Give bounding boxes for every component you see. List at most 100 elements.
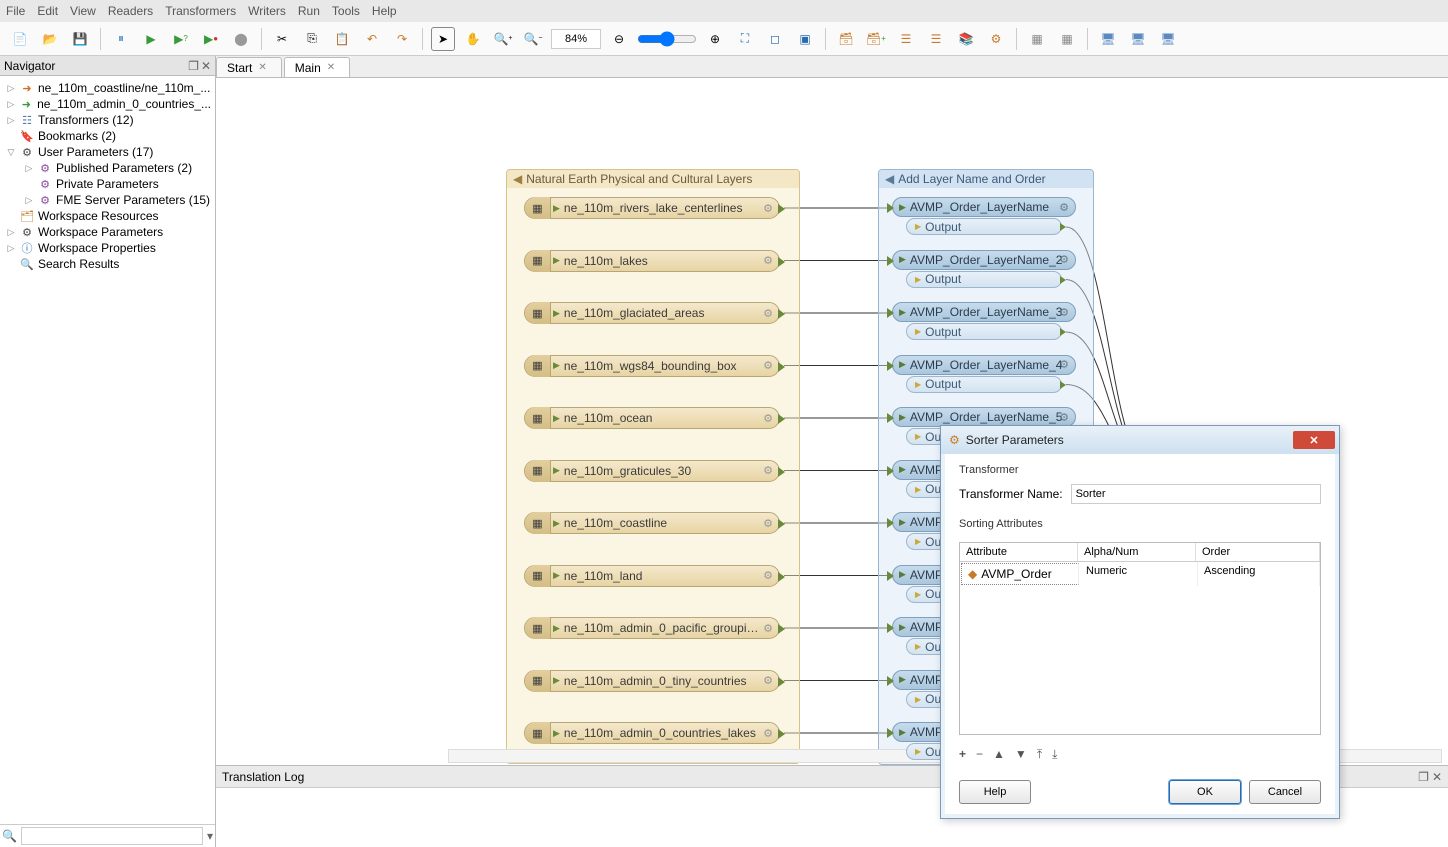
- stop-icon[interactable]: ⬤: [229, 27, 253, 51]
- table-row[interactable]: ◆AVMP_Order Numeric Ascending: [960, 562, 1320, 586]
- nav-item[interactable]: ▷➜ne_110m_admin_0_countries_...: [0, 96, 215, 112]
- gear-icon[interactable]: ⚙: [1059, 253, 1069, 266]
- navigator-search-input[interactable]: [21, 827, 203, 845]
- move-bottom-button[interactable]: ⤓: [1052, 747, 1057, 762]
- gear-icon[interactable]: ⚙: [1059, 411, 1069, 424]
- reader-feature-type[interactable]: ▦▶ne_110m_lakes⚙: [524, 250, 780, 272]
- nav-item[interactable]: ▷⚙Published Parameters (2): [0, 160, 215, 176]
- move-down-button[interactable]: ▼: [1015, 747, 1027, 762]
- gear-icon[interactable]: ⚙: [763, 412, 773, 425]
- move-up-button[interactable]: ▲: [993, 747, 1005, 762]
- server2-icon[interactable]: 🖥: [1126, 27, 1150, 51]
- gear-icon[interactable]: ⚙: [763, 674, 773, 687]
- nav-item[interactable]: 🔍Search Results: [0, 256, 215, 272]
- add-row-button[interactable]: +: [959, 747, 966, 762]
- dialog-close-button[interactable]: ✕: [1293, 431, 1335, 449]
- attributevaluemapper-transformer[interactable]: ▶AVMP_Order_LayerName⚙ ▶Output: [892, 197, 1076, 235]
- tab-start[interactable]: Start✕: [216, 57, 282, 77]
- menu-edit[interactable]: Edit: [37, 4, 58, 18]
- reader-feature-type[interactable]: ▦▶ne_110m_glaciated_areas⚙: [524, 302, 780, 324]
- gear-icon[interactable]: ⚙: [1059, 201, 1069, 214]
- transformer-gallery-icon[interactable]: ⚙: [984, 27, 1008, 51]
- ok-button[interactable]: OK: [1169, 780, 1241, 804]
- output-port[interactable]: ▶Output: [906, 271, 1062, 288]
- gear-icon[interactable]: ⚙: [763, 464, 773, 477]
- nav-item[interactable]: ▷⚙FME Server Parameters (15): [0, 192, 215, 208]
- reader-feature-type[interactable]: ▦▶ne_110m_wgs84_bounding_box⚙: [524, 355, 780, 377]
- new-icon[interactable]: 📄: [8, 27, 32, 51]
- reader-feature-type[interactable]: ▦▶ne_110m_admin_0_tiny_countries⚙: [524, 670, 780, 692]
- undo-icon[interactable]: ↶: [360, 27, 384, 51]
- reader-feature-type[interactable]: ▦▶ne_110m_rivers_lake_centerlines⚙: [524, 197, 780, 219]
- nav-item[interactable]: ▷⚙Workspace Parameters: [0, 224, 215, 240]
- zoom-selected-icon[interactable]: ▣: [793, 27, 817, 51]
- attributevaluemapper-transformer[interactable]: ▶AVMP_Order_LayerName_2⚙ ▶Output: [892, 250, 1076, 288]
- gear-icon[interactable]: ⚙: [763, 359, 773, 372]
- output-port[interactable]: ▶Output: [906, 323, 1062, 340]
- reader-feature-type[interactable]: ▦▶ne_110m_admin_0_countries_lakes⚙: [524, 722, 780, 744]
- reader-feature-type[interactable]: ▦▶ne_110m_admin_0_pacific_groupings⚙: [524, 617, 780, 639]
- menu-view[interactable]: View: [70, 4, 96, 18]
- gear-icon[interactable]: ⚙: [763, 727, 773, 740]
- menu-tools[interactable]: Tools: [332, 4, 360, 18]
- pause-icon[interactable]: ⏸: [109, 27, 133, 51]
- paste-icon[interactable]: 📋: [330, 27, 354, 51]
- reader-feature-type[interactable]: ▦▶ne_110m_coastline⚙: [524, 512, 780, 534]
- close-tab-icon[interactable]: ✕: [258, 62, 266, 73]
- nav-item[interactable]: 🗂Workspace Resources: [0, 208, 215, 224]
- close-panel-icon[interactable]: ✕: [201, 59, 211, 73]
- output-port[interactable]: ▶Output: [906, 376, 1062, 393]
- server3-icon[interactable]: 🖥: [1156, 27, 1180, 51]
- output-port[interactable]: ▶Output: [906, 218, 1062, 235]
- menu-readers[interactable]: Readers: [108, 4, 153, 18]
- col-attribute[interactable]: Attribute: [960, 543, 1078, 561]
- remove-row-button[interactable]: −: [976, 747, 983, 762]
- nav-item[interactable]: ▷ⓘWorkspace Properties: [0, 240, 215, 256]
- menu-writers[interactable]: Writers: [248, 4, 286, 18]
- gear-icon[interactable]: ⚙: [763, 307, 773, 320]
- align-left-icon[interactable]: ☰: [894, 27, 918, 51]
- zoom-input[interactable]: [551, 29, 601, 49]
- layout-icon[interactable]: ▦: [1025, 27, 1049, 51]
- zoom-plus-icon[interactable]: ⊕: [703, 27, 727, 51]
- run-icon[interactable]: ▶: [139, 27, 163, 51]
- zoom-slider[interactable]: [637, 31, 697, 47]
- attributevaluemapper-transformer[interactable]: ▶AVMP_Order_LayerName_3⚙ ▶Output: [892, 302, 1076, 340]
- pointer-icon[interactable]: ➤: [431, 27, 455, 51]
- zoom-minus-icon[interactable]: ⊖: [607, 27, 631, 51]
- attributevaluemapper-transformer[interactable]: ▶AVMP_Order_LayerName_4⚙ ▶Output: [892, 355, 1076, 393]
- nav-item[interactable]: ⚙Private Parameters: [0, 176, 215, 192]
- nav-item[interactable]: ▷☷Transformers (12): [0, 112, 215, 128]
- server-icon[interactable]: 🖥: [1096, 27, 1120, 51]
- gear-icon[interactable]: ⚙: [763, 202, 773, 215]
- align-right-icon[interactable]: ☰: [924, 27, 948, 51]
- menu-run[interactable]: Run: [298, 4, 320, 18]
- redo-icon[interactable]: ↷: [390, 27, 414, 51]
- add-reader-icon[interactable]: 🗃: [834, 27, 858, 51]
- cut-icon[interactable]: ✂: [270, 27, 294, 51]
- run-breakpoint-icon[interactable]: ▶●: [199, 27, 223, 51]
- open-icon[interactable]: 📂: [38, 27, 62, 51]
- nav-item[interactable]: 🔖Bookmarks (2): [0, 128, 215, 144]
- undock-icon[interactable]: ❐: [1418, 770, 1429, 784]
- gear-icon[interactable]: ⚙: [763, 569, 773, 582]
- close-tab-icon[interactable]: ✕: [327, 62, 335, 73]
- copy-icon[interactable]: ⎘: [300, 27, 324, 51]
- reader-feature-type[interactable]: ▦▶ne_110m_graticules_30⚙: [524, 460, 780, 482]
- tab-main[interactable]: Main✕: [284, 57, 350, 77]
- bookmark-collapse-icon[interactable]: ◀: [513, 172, 522, 186]
- cancel-button[interactable]: Cancel: [1249, 780, 1321, 804]
- undock-icon[interactable]: ❐: [188, 59, 199, 73]
- pan-icon[interactable]: ✋: [461, 27, 485, 51]
- add-writer-icon[interactable]: 🗃+: [864, 27, 888, 51]
- zoom-out-icon[interactable]: 🔍−: [521, 27, 545, 51]
- gear-icon[interactable]: ⚙: [763, 622, 773, 635]
- reader-feature-type[interactable]: ▦▶ne_110m_ocean⚙: [524, 407, 780, 429]
- transformer-name-input[interactable]: [1071, 484, 1321, 504]
- bookmark-collapse-icon[interactable]: ◀: [885, 172, 894, 186]
- close-panel-icon[interactable]: ✕: [1432, 770, 1442, 784]
- reader-feature-type[interactable]: ▦▶ne_110m_land⚙: [524, 565, 780, 587]
- move-top-button[interactable]: ⤒: [1037, 747, 1042, 762]
- zoom-extents-icon[interactable]: ⛶: [733, 27, 757, 51]
- menu-file[interactable]: File: [6, 4, 25, 18]
